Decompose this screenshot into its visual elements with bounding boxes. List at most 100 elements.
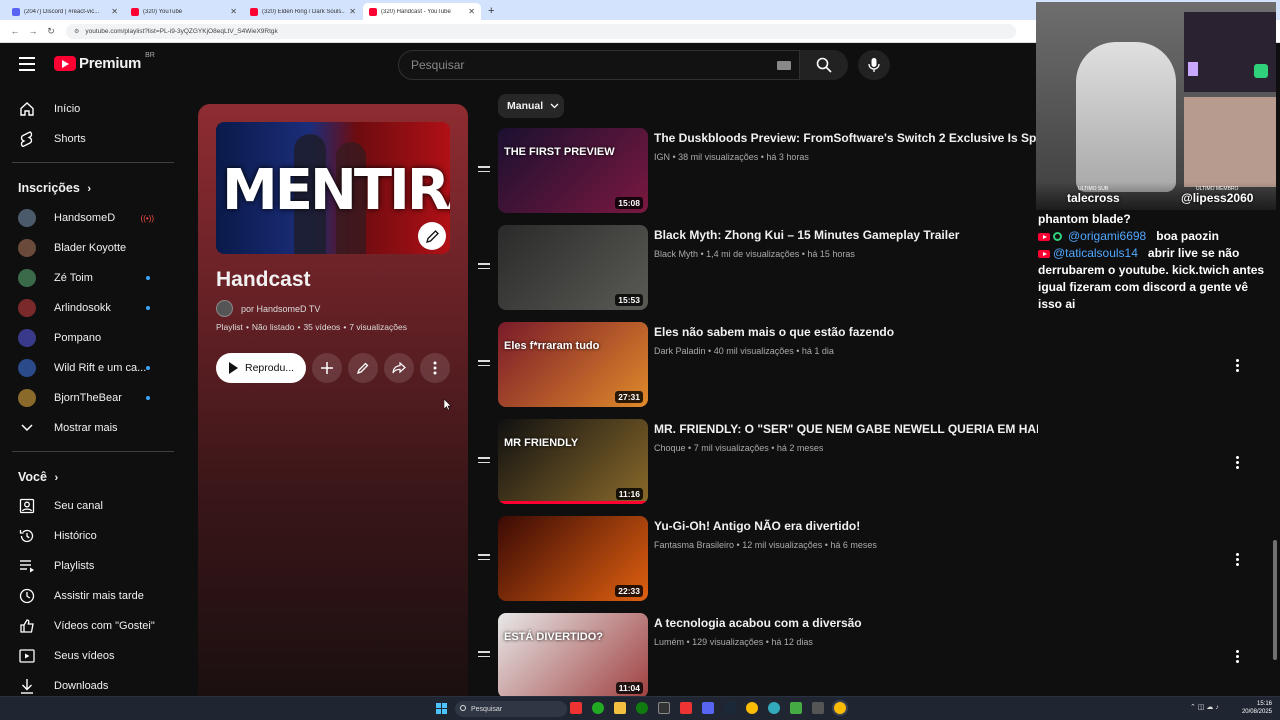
view-count: 7 mil visualizações — [693, 443, 769, 453]
channel-name[interactable]: Fantasma Brasileiro — [654, 540, 734, 550]
video-thumbnail[interactable]: THE FIRST PREVIEW 15:08 — [498, 128, 648, 213]
video-more-options-icon[interactable] — [1236, 553, 1240, 568]
taskbar-app-icon[interactable] — [768, 702, 780, 714]
sidebar-item-home[interactable]: Início — [0, 94, 176, 124]
taskbar-app-icon[interactable] — [592, 702, 604, 714]
play-all-button[interactable]: Reprodu... — [216, 353, 306, 383]
taskbar-app-icon[interactable] — [570, 702, 582, 714]
youtube-premium-logo[interactable]: Premium BR — [54, 52, 155, 72]
sidebar-item-your-videos[interactable]: Seus vídeos — [0, 641, 176, 671]
forward-icon[interactable]: → — [24, 26, 42, 36]
chrome-active-icon[interactable] — [834, 702, 846, 714]
browser-tab[interactable]: (2047) Discord | #react-vic... ✕ — [6, 3, 124, 20]
channel-name[interactable]: Lumém — [654, 637, 684, 647]
epic-games-icon[interactable] — [658, 702, 670, 714]
taskbar-clock[interactable]: 15:16 20/08/2025 — [1240, 700, 1272, 716]
video-title[interactable]: Eles não sabem mais o que estão fazendo — [654, 325, 1038, 339]
drag-handle-icon[interactable] — [478, 457, 490, 466]
sidebar-item-subscription[interactable]: BjornTheBear — [0, 383, 176, 413]
edit-playlist-button[interactable] — [348, 353, 378, 383]
sidebar-item-liked[interactable]: Vídeos com "Gostei" — [0, 611, 176, 641]
site-info-icon[interactable]: ⚙ — [74, 28, 79, 35]
sidebar-item-subscription[interactable]: Pompano — [0, 323, 176, 353]
video-more-options-icon[interactable] — [1236, 456, 1240, 471]
subscriptions-heading[interactable]: Inscrições › — [18, 181, 91, 195]
url-field[interactable]: ⚙ youtube.com/playlist?list=PL-i9-3yQZGYK… — [66, 23, 1016, 39]
edit-thumbnail-button[interactable] — [418, 222, 446, 250]
discord-icon[interactable] — [702, 702, 714, 714]
playlist-thumbnail[interactable]: MENTIRA — [216, 122, 450, 254]
close-tab-icon[interactable]: ✕ — [230, 7, 237, 16]
sidebar-item-subscription[interactable]: Blader Koyotte — [0, 233, 176, 263]
sort-dropdown[interactable]: Manual — [498, 94, 564, 118]
drag-handle-icon[interactable] — [478, 263, 490, 272]
video-title[interactable]: MR. FRIENDLY: O "SER" QUE NEM GABE NEWEL… — [654, 422, 1038, 436]
browser-tab-active[interactable]: (320) Handcast - YouTube ✕ — [363, 3, 481, 20]
xbox-icon[interactable] — [636, 702, 648, 714]
sidebar-item-subscription[interactable]: Wild Rift e um ca... — [0, 353, 176, 383]
sidebar-item-subscription[interactable]: Arlindosokk — [0, 293, 176, 323]
taskbar-app-icon[interactable] — [680, 702, 692, 714]
video-title[interactable]: Yu-Gi-Oh! Antigo NÃO era divertido! — [654, 519, 1038, 533]
file-explorer-icon[interactable] — [614, 702, 626, 714]
channel-name[interactable]: IGN — [654, 152, 670, 162]
playlist-owner[interactable]: por HandsomeD TV — [216, 300, 320, 317]
browser-tab[interactable]: (320) Elden Ring / Dark Souls... ✕ — [244, 3, 362, 20]
windows-start-icon[interactable] — [436, 703, 447, 714]
more-options-button[interactable] — [420, 353, 450, 383]
drag-handle-icon[interactable] — [478, 651, 490, 660]
video-title[interactable]: Black Myth: Zhong Kui – 15 Minutes Gamep… — [654, 228, 1038, 242]
taskbar-app-icon[interactable] — [812, 702, 824, 714]
playlist-video-row[interactable]: 22:33 Yu-Gi-Oh! Antigo NÃO era divertido!… — [476, 516, 1276, 604]
playlist-video-row[interactable]: ESTÁ DIVERTIDO? 11:04 A tecnologia acabou … — [476, 613, 1276, 701]
close-tab-icon[interactable]: ✕ — [111, 7, 118, 16]
close-tab-icon[interactable]: ✕ — [349, 7, 356, 16]
playlist-meta: Playlist • Não listado • 35 vídeos • 7 visuali… — [216, 322, 407, 332]
steam-icon[interactable] — [724, 702, 736, 714]
sidebar-item-watch-later[interactable]: Assistir mais tarde — [0, 581, 176, 611]
sidebar-item-subscription[interactable]: HandsomeD ((•)) — [0, 203, 176, 233]
sidebar-item-label: Pompano — [54, 332, 102, 344]
drag-handle-icon[interactable] — [478, 166, 490, 175]
video-thumbnail[interactable]: MR FRIENDLY 11:16 — [498, 419, 648, 504]
system-tray[interactable]: ⌃ ◫ ☁ ♪ — [1190, 703, 1219, 711]
you-heading[interactable]: Você › — [18, 470, 58, 484]
add-to-button[interactable] — [312, 353, 342, 383]
drag-handle-icon[interactable] — [478, 554, 490, 563]
drag-handle-icon[interactable] — [478, 360, 490, 369]
video-thumbnail[interactable]: 15:53 — [498, 225, 648, 310]
playlist-video-row[interactable]: MR FRIENDLY 11:16 MR. FRIENDLY: O "SER" QU… — [476, 419, 1276, 507]
sidebar-show-more[interactable]: Mostrar mais — [0, 413, 176, 443]
browser-tab[interactable]: (320) YouTube ✕ — [125, 3, 243, 20]
taskbar-app-icon[interactable] — [790, 702, 802, 714]
view-count: 40 mil visualizações — [713, 346, 794, 356]
page-scrollbar[interactable] — [1273, 540, 1277, 660]
search-input[interactable]: Pesquisar — [398, 50, 800, 80]
search-button[interactable] — [800, 50, 848, 80]
channel-name[interactable]: Dark Paladin — [654, 346, 706, 356]
video-thumbnail[interactable]: ESTÁ DIVERTIDO? 11:04 — [498, 613, 648, 698]
video-title[interactable]: A tecnologia acabou com a diversão — [654, 616, 1038, 630]
video-more-options-icon[interactable] — [1236, 650, 1240, 665]
sidebar-item-your-channel[interactable]: Seu canal — [0, 491, 176, 521]
voice-search-button[interactable] — [858, 50, 890, 80]
close-tab-icon[interactable]: ✕ — [468, 7, 475, 16]
back-icon[interactable]: ← — [6, 26, 24, 36]
taskbar-search[interactable]: Pesquisar — [455, 701, 567, 717]
channel-name[interactable]: Black Myth — [654, 249, 698, 259]
video-thumbnail[interactable]: 22:33 — [498, 516, 648, 601]
hamburger-menu-icon[interactable] — [19, 57, 35, 71]
channel-name[interactable]: Choque — [654, 443, 686, 453]
reload-icon[interactable]: ↻ — [42, 26, 60, 37]
keyboard-icon[interactable] — [777, 61, 791, 70]
new-tab-button[interactable]: + — [482, 3, 500, 20]
sidebar-item-shorts[interactable]: Shorts — [0, 124, 176, 154]
share-button[interactable] — [384, 353, 414, 383]
chrome-icon[interactable] — [746, 702, 758, 714]
sidebar-item-subscription[interactable]: Zé Toim — [0, 263, 176, 293]
playlist-video-row[interactable]: Eles f*rraram tudo 27:31 Eles não sabem ma… — [476, 322, 1276, 410]
video-more-options-icon[interactable] — [1236, 359, 1240, 374]
sidebar-item-history[interactable]: Histórico — [0, 521, 176, 551]
sidebar-item-playlists[interactable]: Playlists — [0, 551, 176, 581]
video-thumbnail[interactable]: Eles f*rraram tudo 27:31 — [498, 322, 648, 407]
